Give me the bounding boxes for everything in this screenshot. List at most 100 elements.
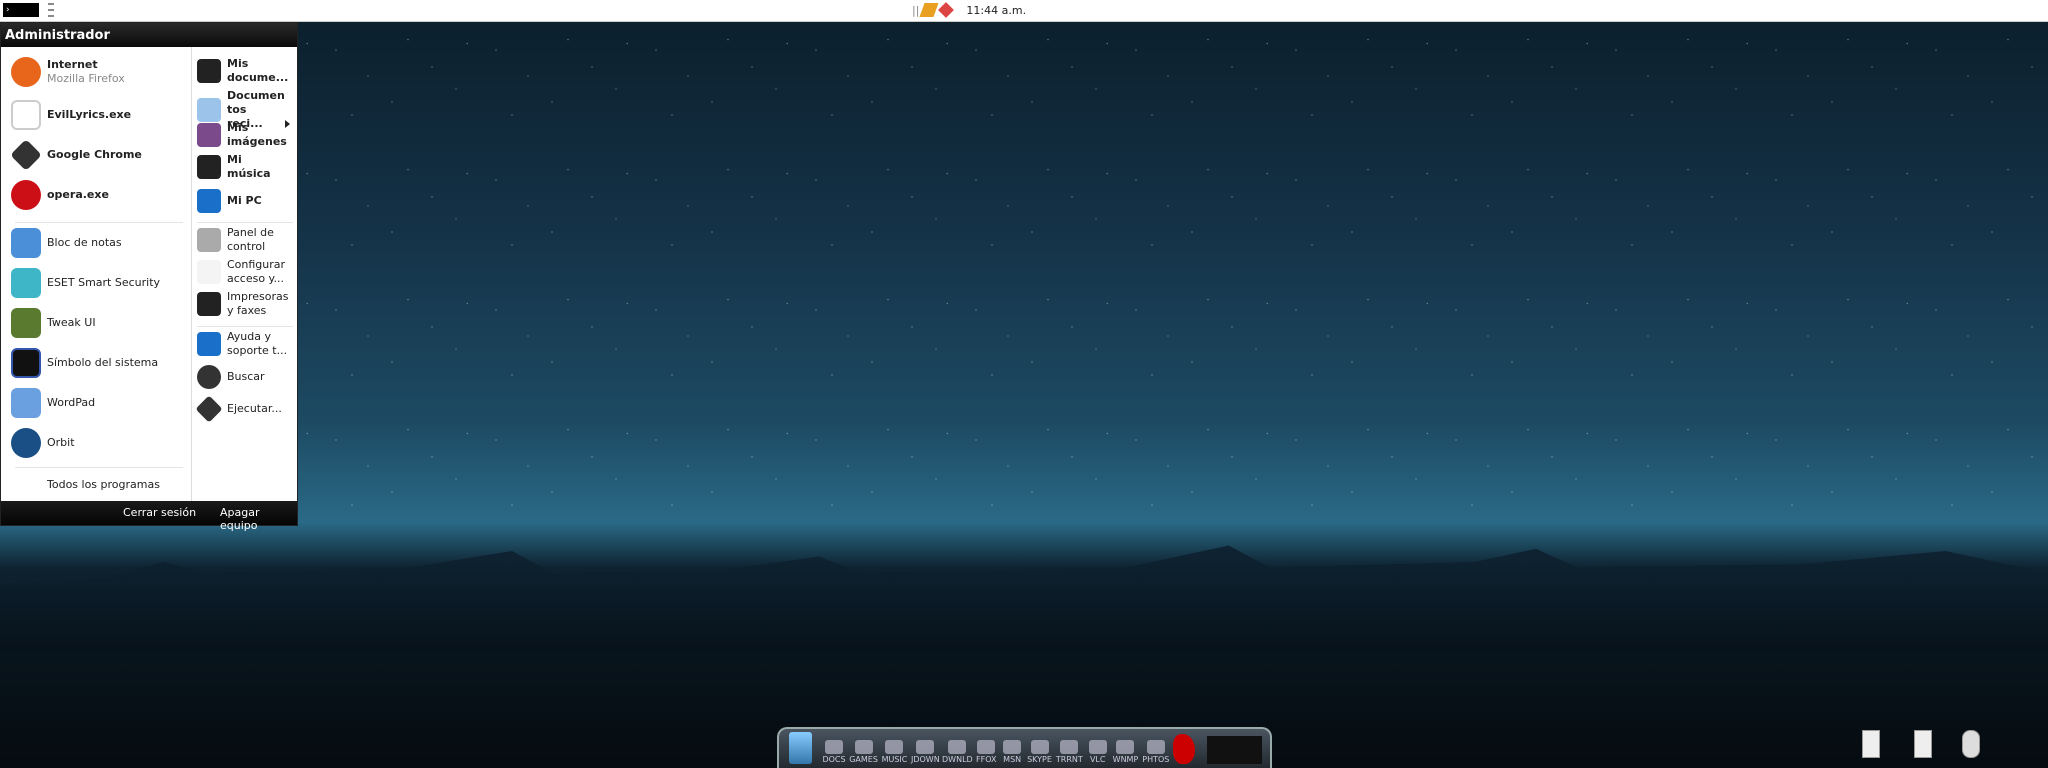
printer-icon xyxy=(197,292,221,316)
dock-item-label: FFOX xyxy=(976,755,997,764)
menu-item-opera[interactable]: opera.exe xyxy=(11,180,109,210)
phtos-icon xyxy=(1146,740,1165,754)
antivirus-icon[interactable] xyxy=(938,2,955,18)
dock-item-label: MUSIC xyxy=(881,755,908,764)
menu-item-my-documents[interactable]: Mis docume... xyxy=(197,57,288,85)
dwnld-icon xyxy=(948,740,967,754)
computer-icon[interactable] xyxy=(789,732,813,764)
recycle-bin-icon[interactable] xyxy=(1962,730,1980,758)
item-label: Google Chrome xyxy=(47,148,142,161)
start-button[interactable]: › xyxy=(3,3,39,17)
skype-icon xyxy=(1030,740,1049,754)
item-label: Mi PC xyxy=(227,194,262,207)
grip-handle[interactable] xyxy=(48,3,54,17)
menu-item-evillyrics[interactable]: EvilLyrics.exe xyxy=(11,100,131,130)
chrome-icon xyxy=(10,139,42,171)
item-label: Mis imágenes xyxy=(227,121,287,148)
desktop-file-icon[interactable] xyxy=(1914,730,1932,758)
menu-item-chrome[interactable]: Google Chrome xyxy=(10,139,142,171)
menu-item-notepad[interactable]: Bloc de notas xyxy=(11,228,122,258)
menu-item-search[interactable]: Buscar xyxy=(197,365,265,389)
dock-item-label: MSN xyxy=(1003,755,1022,764)
item-label: WordPad xyxy=(47,396,96,409)
menu-item-cmd[interactable]: Símbolo del sistema xyxy=(11,348,158,378)
tweakui-icon xyxy=(11,308,41,338)
menu-item-my-pictures[interactable]: Mis imágenes xyxy=(197,121,287,149)
menu-item-help[interactable]: Ayuda y soporte t... xyxy=(197,330,289,358)
wallpaper-stars xyxy=(0,24,2048,544)
trrnt-icon xyxy=(1060,740,1079,754)
item-sublabel: Mozilla Firefox xyxy=(47,72,125,85)
item-label: Ayuda y soporte t... xyxy=(227,330,288,357)
menu-item-run[interactable]: Ejecutar... xyxy=(195,395,282,423)
menu-item-printers[interactable]: Impresoras y faxes xyxy=(197,290,289,318)
menu-item-my-music[interactable]: Mi música xyxy=(197,153,271,181)
docs-icon xyxy=(825,740,843,754)
control-panel-icon xyxy=(197,228,221,252)
firefox-icon xyxy=(11,57,41,87)
clock[interactable]: 11:44 a.m. xyxy=(966,4,1026,17)
top-taskbar: › || 11:44 a.m. xyxy=(0,0,2048,22)
item-label: Orbit xyxy=(47,436,75,449)
dock-item-label: GAMES xyxy=(849,755,878,764)
dock-item-label: JDOWN xyxy=(910,755,940,764)
menu-item-tweakui[interactable]: Tweak UI xyxy=(11,308,96,338)
submenu-arrow-icon xyxy=(285,120,290,128)
dock-widget xyxy=(1207,736,1262,764)
dock-item-wnmp[interactable]: WNMP xyxy=(1112,740,1139,764)
help-icon xyxy=(197,332,221,356)
dock-item-trrnt[interactable]: TRRNT xyxy=(1056,740,1083,764)
user-name: Administrador xyxy=(1,23,297,47)
dock-item-vlc[interactable]: VLC xyxy=(1087,740,1109,764)
dock-item-music[interactable]: MUSIC xyxy=(881,740,908,764)
music-icon xyxy=(197,155,221,179)
dock-item-docs[interactable]: DOCS xyxy=(822,740,846,764)
menu-item-program-access[interactable]: Configurar acceso y... xyxy=(197,258,289,286)
dock: DOCS GAMES MUSIC JDOWN DWNLD FFOX MSN SKYPE TRRN… xyxy=(777,727,1272,768)
start-menu-footer: Cerrar sesión Apagar equipo xyxy=(1,501,297,532)
pictures-icon xyxy=(197,123,221,147)
dock-item-skype[interactable]: SKYPE xyxy=(1027,740,1052,764)
all-programs-button[interactable]: Todos los programas xyxy=(47,478,160,492)
splat-icon[interactable] xyxy=(1173,734,1196,764)
column-divider xyxy=(191,47,192,503)
dock-item-label: TRRNT xyxy=(1055,755,1083,764)
item-label: Mi música xyxy=(227,153,271,180)
dock-item-label: PHTOS xyxy=(1142,755,1170,764)
winamp-icon[interactable] xyxy=(919,3,939,17)
dock-item-jdown[interactable]: JDOWN xyxy=(910,740,940,764)
evillyrics-icon xyxy=(11,100,41,130)
item-label: Buscar xyxy=(227,370,265,383)
wnmp-icon xyxy=(1116,740,1135,754)
dock-item-label: WNMP xyxy=(1112,755,1139,764)
eset-icon xyxy=(11,268,41,298)
dock-item-phtos[interactable]: PHTOS xyxy=(1142,740,1169,764)
item-label: Configurar acceso y... xyxy=(227,258,286,285)
notepad-icon xyxy=(11,228,41,258)
item-label: Impresoras y faxes xyxy=(227,290,289,317)
wallpaper-city xyxy=(0,545,2048,650)
recent-documents-icon xyxy=(197,98,221,122)
menu-item-wordpad[interactable]: WordPad xyxy=(11,388,95,418)
games-icon xyxy=(854,740,873,754)
music-icon xyxy=(885,740,904,754)
menu-item-control-panel[interactable]: Panel de control xyxy=(197,226,285,254)
separator xyxy=(15,222,183,223)
menu-item-orbit[interactable]: Orbit xyxy=(11,428,75,458)
item-label: Tweak UI xyxy=(47,316,96,329)
tray-grip-icon: || xyxy=(912,3,920,17)
menu-item-internet[interactable]: Internet Mozilla Firefox xyxy=(11,57,125,87)
dock-item-label: DWNLD xyxy=(942,755,973,764)
orbit-icon xyxy=(11,428,41,458)
dock-item-dwnld[interactable]: DWNLD xyxy=(942,740,973,764)
desktop-file-icon[interactable] xyxy=(1862,730,1880,758)
search-icon xyxy=(197,365,221,389)
dock-item-msn[interactable]: MSN xyxy=(1001,740,1023,764)
menu-item-my-computer[interactable]: Mi PC xyxy=(197,189,262,213)
menu-item-eset[interactable]: ESET Smart Security xyxy=(11,268,160,298)
shutdown-button[interactable]: Apagar equipo xyxy=(220,506,297,532)
msn-icon xyxy=(1003,740,1022,754)
dock-item-ffox[interactable]: FFOX xyxy=(975,740,997,764)
dock-item-games[interactable]: GAMES xyxy=(849,740,878,764)
logoff-button[interactable]: Cerrar sesión xyxy=(123,506,196,519)
